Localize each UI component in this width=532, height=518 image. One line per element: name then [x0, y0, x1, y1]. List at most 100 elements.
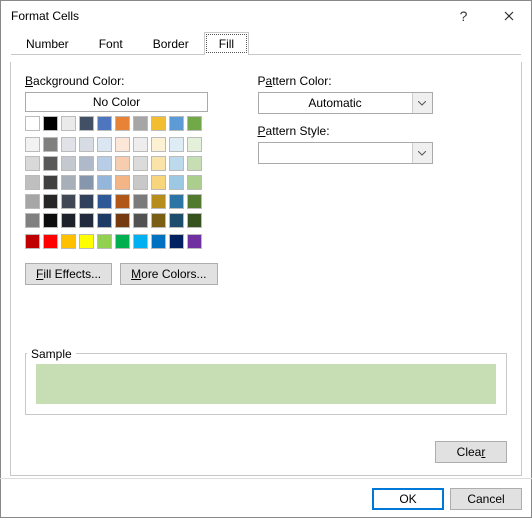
color-swatch[interactable] — [151, 116, 166, 131]
tab-fill[interactable]: Fill — [204, 32, 249, 55]
color-swatch[interactable] — [25, 175, 40, 190]
color-swatch[interactable] — [25, 213, 40, 228]
color-swatch[interactable] — [79, 175, 94, 190]
ok-button[interactable]: OK — [372, 488, 444, 510]
color-swatch[interactable] — [115, 116, 130, 131]
color-swatch[interactable] — [25, 137, 40, 152]
color-swatch[interactable] — [25, 194, 40, 209]
sample-section: Sample — [25, 339, 507, 415]
color-swatch[interactable] — [151, 137, 166, 152]
color-swatch[interactable] — [97, 156, 112, 171]
color-swatch[interactable] — [97, 213, 112, 228]
color-swatch[interactable] — [79, 213, 94, 228]
color-swatch[interactable] — [43, 175, 58, 190]
clear-button[interactable]: Clear — [435, 441, 507, 463]
color-swatch[interactable] — [133, 194, 148, 209]
color-swatch[interactable] — [25, 234, 40, 249]
color-swatch[interactable] — [115, 213, 130, 228]
more-colors-button[interactable]: More Colors... — [120, 263, 217, 285]
help-button[interactable]: ? — [441, 1, 486, 31]
fill-effects-button[interactable]: Fill Effects... — [25, 263, 112, 285]
chevron-down-icon — [412, 143, 432, 163]
color-swatch[interactable] — [133, 116, 148, 131]
color-swatch[interactable] — [79, 156, 94, 171]
color-swatch[interactable] — [97, 175, 112, 190]
tab-font[interactable]: Font — [84, 32, 138, 55]
color-swatch[interactable] — [169, 234, 184, 249]
color-swatch[interactable] — [43, 194, 58, 209]
color-swatch[interactable] — [187, 234, 202, 249]
color-swatch[interactable] — [151, 213, 166, 228]
color-swatch[interactable] — [151, 156, 166, 171]
color-swatch[interactable] — [187, 156, 202, 171]
color-swatch[interactable] — [151, 175, 166, 190]
color-swatch[interactable] — [133, 156, 148, 171]
color-swatch[interactable] — [61, 175, 76, 190]
color-swatch[interactable] — [61, 234, 76, 249]
color-swatch[interactable] — [169, 175, 184, 190]
color-swatch[interactable] — [97, 116, 112, 131]
color-swatch[interactable] — [187, 175, 202, 190]
pattern-section: Pattern Color: Automatic Pattern Style: — [258, 74, 433, 285]
color-swatch[interactable] — [43, 156, 58, 171]
color-swatch[interactable] — [25, 116, 40, 131]
color-swatch[interactable] — [187, 213, 202, 228]
pattern-style-dropdown[interactable] — [258, 142, 433, 164]
pattern-color-label: Pattern Color: — [258, 74, 433, 88]
color-swatch[interactable] — [43, 234, 58, 249]
standard-colors-row — [25, 234, 218, 249]
sample-label: Sample — [27, 347, 76, 361]
color-swatch[interactable] — [187, 116, 202, 131]
cancel-button[interactable]: Cancel — [450, 488, 522, 510]
color-swatch[interactable] — [169, 213, 184, 228]
color-swatch[interactable] — [97, 234, 112, 249]
theme-shades-grid — [25, 137, 218, 228]
color-swatch[interactable] — [79, 137, 94, 152]
chevron-down-icon — [412, 93, 432, 113]
color-swatch[interactable] — [79, 234, 94, 249]
color-swatch[interactable] — [115, 194, 130, 209]
pattern-style-label: Pattern Style: — [258, 124, 433, 138]
color-swatch[interactable] — [61, 194, 76, 209]
color-swatch[interactable] — [169, 194, 184, 209]
color-swatch[interactable] — [133, 137, 148, 152]
dialog-footer: OK Cancel — [0, 478, 532, 518]
color-swatch[interactable] — [169, 156, 184, 171]
tab-border[interactable]: Border — [138, 32, 204, 55]
title-bar: Format Cells ? — [1, 1, 531, 31]
theme-color-row — [25, 116, 218, 131]
color-swatch[interactable] — [61, 116, 76, 131]
tab-strip: Number Font Border Fill — [1, 31, 531, 55]
color-swatch[interactable] — [169, 137, 184, 152]
color-swatch[interactable] — [43, 213, 58, 228]
color-swatch[interactable] — [115, 156, 130, 171]
color-swatch[interactable] — [133, 213, 148, 228]
color-swatch[interactable] — [61, 137, 76, 152]
color-swatch[interactable] — [133, 234, 148, 249]
color-swatch[interactable] — [115, 175, 130, 190]
color-swatch[interactable] — [151, 194, 166, 209]
color-swatch[interactable] — [61, 213, 76, 228]
color-swatch[interactable] — [133, 175, 148, 190]
color-swatch[interactable] — [115, 234, 130, 249]
color-swatch[interactable] — [187, 137, 202, 152]
pattern-color-dropdown[interactable]: Automatic — [258, 92, 433, 114]
tab-number[interactable]: Number — [11, 32, 84, 55]
color-swatch[interactable] — [187, 194, 202, 209]
color-swatch[interactable] — [79, 116, 94, 131]
color-swatch[interactable] — [97, 194, 112, 209]
color-swatch[interactable] — [97, 137, 112, 152]
color-swatch[interactable] — [61, 156, 76, 171]
color-swatch[interactable] — [25, 156, 40, 171]
color-swatch[interactable] — [115, 137, 130, 152]
color-swatch[interactable] — [151, 234, 166, 249]
color-swatch[interactable] — [79, 194, 94, 209]
color-swatch[interactable] — [169, 116, 184, 131]
fill-panel: Background Color: No Color Fill Effects.… — [10, 62, 522, 476]
color-swatch[interactable] — [43, 137, 58, 152]
background-color-section: Background Color: No Color Fill Effects.… — [25, 74, 218, 285]
color-swatch[interactable] — [43, 116, 58, 131]
dialog-title: Format Cells — [11, 9, 441, 23]
no-color-button[interactable]: No Color — [25, 92, 208, 112]
close-button[interactable] — [486, 1, 531, 31]
